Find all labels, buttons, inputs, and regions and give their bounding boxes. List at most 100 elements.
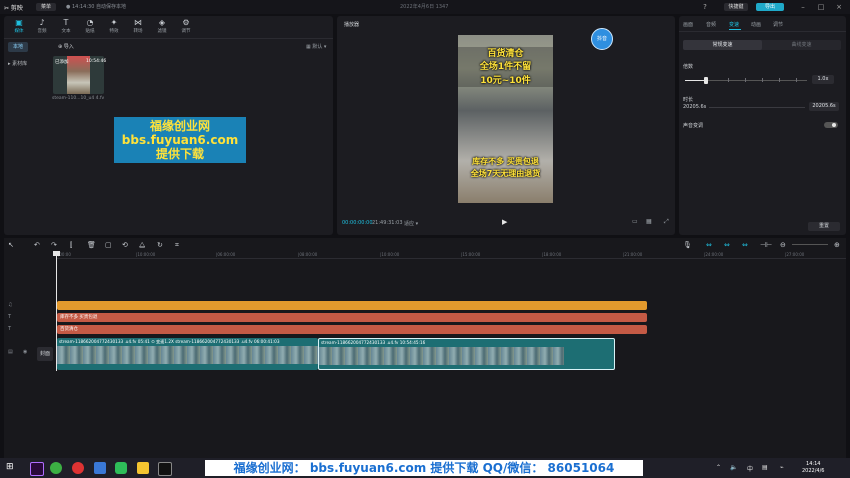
curve-speed-tab[interactable]: 曲线变速 [762, 40, 841, 50]
fullscreen-icon[interactable]: ⤢ [664, 218, 669, 226]
playhead[interactable] [56, 251, 57, 371]
ruler-label: |27:00:00 [785, 252, 805, 257]
ime-indicator[interactable]: 中 [747, 464, 753, 473]
premiere-icon[interactable] [30, 462, 44, 476]
shortcut-button[interactable]: 快捷键 [724, 3, 748, 11]
new-duration-input[interactable]: 20205.6s [809, 102, 839, 111]
duration-connector [709, 107, 805, 108]
clock[interactable]: 14:14 2022/4/6 [802, 461, 824, 475]
video-text-5: 全场7天无理由退货 [470, 169, 541, 178]
app-icon[interactable] [72, 462, 84, 474]
speaker-icon[interactable]: 🔈 [730, 464, 737, 471]
tool-media[interactable]: ▣ 媒体 [8, 18, 30, 34]
clip-frames [57, 346, 318, 364]
zoom-out-icon[interactable]: ⊖ [780, 241, 786, 249]
clip-title: stream-1186620047724301​33 .u4.fv 05:41 … [59, 339, 280, 344]
folder-icon[interactable] [137, 462, 149, 474]
delete-icon[interactable]: 🗑 [87, 241, 96, 249]
speed-value-input[interactable]: 1.0x [812, 75, 834, 84]
redo-icon[interactable]: ↷ [51, 241, 57, 249]
ruler-label: |08:00:00 [298, 252, 318, 257]
sidebar-item-local[interactable]: 本地 [8, 42, 28, 52]
microphone-icon[interactable]: 🎙 [683, 241, 692, 249]
undo-icon[interactable]: ↶ [34, 241, 40, 249]
zoom-in-icon[interactable]: ⊕ [834, 241, 840, 249]
cover-button[interactable]: 封面 [37, 347, 53, 361]
crop-tool-icon[interactable]: ⌗ [175, 241, 179, 250]
time-ruler [56, 258, 846, 259]
audio-clip[interactable] [57, 301, 647, 310]
tab-speed[interactable]: 变速 [729, 21, 739, 28]
slider-tick [762, 78, 763, 82]
snap-icon[interactable]: ⇔ [724, 241, 730, 249]
tool-filter[interactable]: ◈ 滤镜 [151, 18, 173, 34]
duration-label: 时长 [683, 97, 694, 103]
play-icon[interactable]: ▶ [502, 218, 507, 226]
playhead-handle[interactable] [53, 251, 60, 256]
player-title: 播放器 [344, 22, 360, 28]
close-icon[interactable]: × [834, 2, 844, 12]
help-icon[interactable]: ? [700, 2, 710, 12]
sort-dropdown[interactable]: ▦ 默认 ▾ [306, 43, 326, 50]
text-clip[interactable]: 百货清仓 [57, 325, 647, 334]
text-clip[interactable]: 库存不多 买贵包退 [57, 313, 647, 322]
maximize-icon[interactable]: □ [816, 2, 826, 12]
speed-slider-handle[interactable] [704, 77, 708, 84]
video-clip-selected[interactable]: stream-1186620047724301​33 .u4.fv 10:54:… [318, 338, 615, 370]
menu-button[interactable]: 菜单 [36, 3, 56, 11]
eye-icon[interactable]: ◉ [23, 349, 27, 355]
minimize-icon[interactable]: – [798, 2, 808, 12]
normal-speed-tab[interactable]: 常规变速 [683, 40, 762, 50]
zoom-slider[interactable] [792, 244, 828, 245]
app-tray-icon[interactable]: ▤ [762, 464, 768, 471]
network-icon[interactable]: ⌁ [780, 464, 784, 471]
crop-icon[interactable]: ▭ [632, 218, 638, 225]
browser-icon[interactable] [50, 462, 62, 474]
total-duration: 21:49:31:03 [372, 220, 403, 226]
mirror-icon[interactable]: ⧋ [139, 241, 145, 250]
clip-frames [319, 347, 564, 365]
rotate-icon[interactable]: ↻ [157, 241, 163, 249]
aspect-icon[interactable]: ▦ [646, 218, 652, 225]
wechat-icon[interactable] [115, 462, 127, 474]
tab-adjust[interactable]: 调节 [773, 21, 783, 28]
link-icon[interactable]: ⇔ [706, 241, 712, 249]
tool-text[interactable]: T 文本 [55, 18, 77, 34]
tray-arrow-icon[interactable]: ⌃ [716, 464, 721, 471]
filter-icon: ◈ [158, 18, 166, 27]
tab-picture[interactable]: 画面 [683, 21, 693, 28]
video-clip[interactable]: stream-1186620047724301​33 .u4.fv 05:41 … [57, 338, 318, 370]
split-icon[interactable]: ⫿ [70, 241, 72, 250]
preview-axis-icon[interactable]: ⇔ [742, 241, 748, 249]
ruler-label: |21:00:00 [623, 252, 643, 257]
reverse-icon[interactable]: ⟲ [122, 241, 128, 249]
tool-audio[interactable]: ♪ 音频 [31, 18, 53, 34]
tab-audio[interactable]: 音频 [706, 21, 716, 28]
ratio-dropdown[interactable]: 适应 ▾ [404, 220, 418, 227]
split-view-icon[interactable]: ⊣⊢ [760, 241, 772, 249]
reset-button[interactable]: 重置 [808, 222, 840, 231]
sidebar-item-library[interactable]: ▸ 素材库 [8, 60, 27, 67]
ruler-label: |18:00:00 [542, 252, 562, 257]
video-text-4: 库存不多 买贵包退 [472, 157, 539, 166]
app-icon[interactable] [94, 462, 106, 474]
tool-transition[interactable]: ⋈ 转场 [127, 18, 149, 34]
video-preview[interactable]: 百货清仓 全场1件不留 10元~10件 库存不多 买贵包退 全场7天无理由退货 [458, 35, 553, 203]
tool-effects[interactable]: ✦ 特效 [103, 18, 125, 34]
freeze-icon[interactable]: ▢ [105, 241, 112, 249]
watermark-overlay: 福缘创业网 bbs.fuyuan6.com 提供下载 [114, 117, 246, 163]
slider-tick [745, 78, 746, 82]
ruler-label: |10:00:00 [380, 252, 400, 257]
text-icon: T [63, 18, 69, 27]
capcut-icon[interactable] [158, 462, 172, 476]
lock-icon[interactable]: ▤ [8, 349, 13, 355]
windows-start-icon[interactable]: ⊞ [6, 462, 14, 472]
tool-sticker[interactable]: ◔ 贴纸 [79, 18, 101, 34]
import-button[interactable]: ⊕ 导入 [58, 43, 74, 50]
select-icon[interactable]: ↖ [8, 241, 14, 249]
speed-label: 倍数 [683, 64, 694, 70]
tab-animation[interactable]: 动画 [751, 21, 761, 28]
divider [679, 31, 846, 32]
export-button[interactable]: 导出 [756, 3, 784, 11]
tool-adjust[interactable]: ⚙ 调节 [175, 18, 197, 34]
